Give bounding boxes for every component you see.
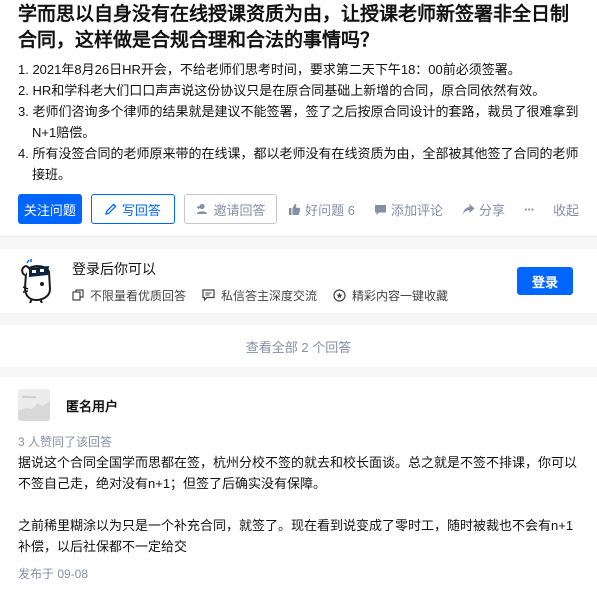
view-all-answers-link[interactable]: 查看全部 2 个回答 <box>0 325 597 367</box>
question-body-line: 2. HR和学科老大们口口声声说这份协议只是在原合同基础上新增的合同，原合同依然… <box>18 83 546 98</box>
perk-unlimited: 不限量看优质回答 <box>72 287 186 304</box>
mascot-icon <box>20 259 54 303</box>
perk-collect: 精彩内容一键收藏 <box>333 287 448 304</box>
message-icon <box>202 289 215 301</box>
good-question-button[interactable]: 好问题 6 <box>288 200 355 219</box>
question-actions: 关注问题 写回答 邀请回答 好问题 6 添加评论 分享 ··· 收起 <box>0 185 597 224</box>
avatar[interactable] <box>18 389 50 421</box>
question-body-line: 1. 2021年8月26日HR开会，不给老师们思考时间，要求第二天下午18：00… <box>18 62 521 77</box>
write-answer-button[interactable]: 写回答 <box>90 194 175 224</box>
invite-answer-label: 邀请回答 <box>213 202 266 218</box>
thumbs-up-icon <box>288 203 301 216</box>
comment-icon <box>374 203 387 216</box>
share-icon <box>462 203 475 216</box>
collect-icon <box>333 288 346 302</box>
login-prompt-card: 登录后你可以 不限量看优质回答 私信答主深度交流 精彩内容一键收藏 登录 <box>0 249 597 313</box>
login-perks: 不限量看优质回答 私信答主深度交流 精彩内容一键收藏 <box>72 287 517 304</box>
collapse-button[interactable]: 收起 <box>553 200 579 219</box>
pencil-icon <box>105 203 117 215</box>
more-options-button[interactable]: ··· <box>524 202 535 217</box>
answer-content: 据说这个合同全国学而思都在签，杭州分校不签的就去和校长面谈。总之就是不签不排课，… <box>18 452 579 557</box>
share-label: 分享 <box>478 202 505 218</box>
question-body-line: 4. 所有没签合同的老师原来带的在线课，都以老师没有在线资质为由，全部被其他签了… <box>18 146 579 182</box>
question-title[interactable]: 学而思以自身没有在线授课资质为由，让授课老师新签署非全日制合同，这样做是合规合理… <box>0 0 597 54</box>
answer-paragraph: 之前稀里糊涂以为只是一个补充合同，就签了。现在看到说变成了零时工，随时被裁也不会… <box>18 518 574 554</box>
follow-question-button[interactable]: 关注问题 <box>18 194 82 224</box>
add-comment-button[interactable]: 添加评论 <box>374 200 443 219</box>
copy-icon <box>72 289 84 301</box>
answer-card: 匿名用户 3 人赞同了该回答 据说这个合同全国学而思都在签，杭州分校不签的就去和… <box>0 377 597 592</box>
answer-paragraph: 据说这个合同全国学而思都在签，杭州分校不签的就去和校长面谈。总之就是不签不排课，… <box>18 455 578 491</box>
publish-date: 发布于 09-08 <box>18 567 89 581</box>
question-body-line: 3. 老师们咨询多个律师的结果就是建议不能签署，签了之后按原合同设计的套路，裁员… <box>18 104 579 140</box>
login-title: 登录后你可以 <box>72 260 156 277</box>
vote-count: 3 人赞同了该回答 <box>18 435 113 449</box>
login-button[interactable]: 登录 <box>517 267 573 295</box>
author-name[interactable]: 匿名用户 <box>66 396 118 415</box>
write-answer-label: 写回答 <box>121 202 161 218</box>
invite-answer-button[interactable]: 邀请回答 <box>183 194 278 224</box>
perk-message-label: 私信答主深度交流 <box>221 288 318 303</box>
good-question-label: 好问题 6 <box>305 202 355 218</box>
answer-author: 匿名用户 <box>18 389 579 421</box>
question-card: 学而思以自身没有在线授课资质为由，让授课老师新签署非全日制合同，这样做是合规合理… <box>0 0 597 237</box>
question-description: 1. 2021年8月26日HR开会，不给老师们思考时间，要求第二天下午18：00… <box>0 54 597 185</box>
perk-collect-label: 精彩内容一键收藏 <box>352 288 449 303</box>
login-text: 登录后你可以 不限量看优质回答 私信答主深度交流 精彩内容一键收藏 <box>72 259 517 304</box>
add-comment-label: 添加评论 <box>390 202 443 218</box>
share-button[interactable]: 分享 <box>462 200 505 219</box>
add-user-icon <box>196 203 209 215</box>
perk-message: 私信答主深度交流 <box>202 287 317 304</box>
perk-unlimited-label: 不限量看优质回答 <box>90 288 187 303</box>
